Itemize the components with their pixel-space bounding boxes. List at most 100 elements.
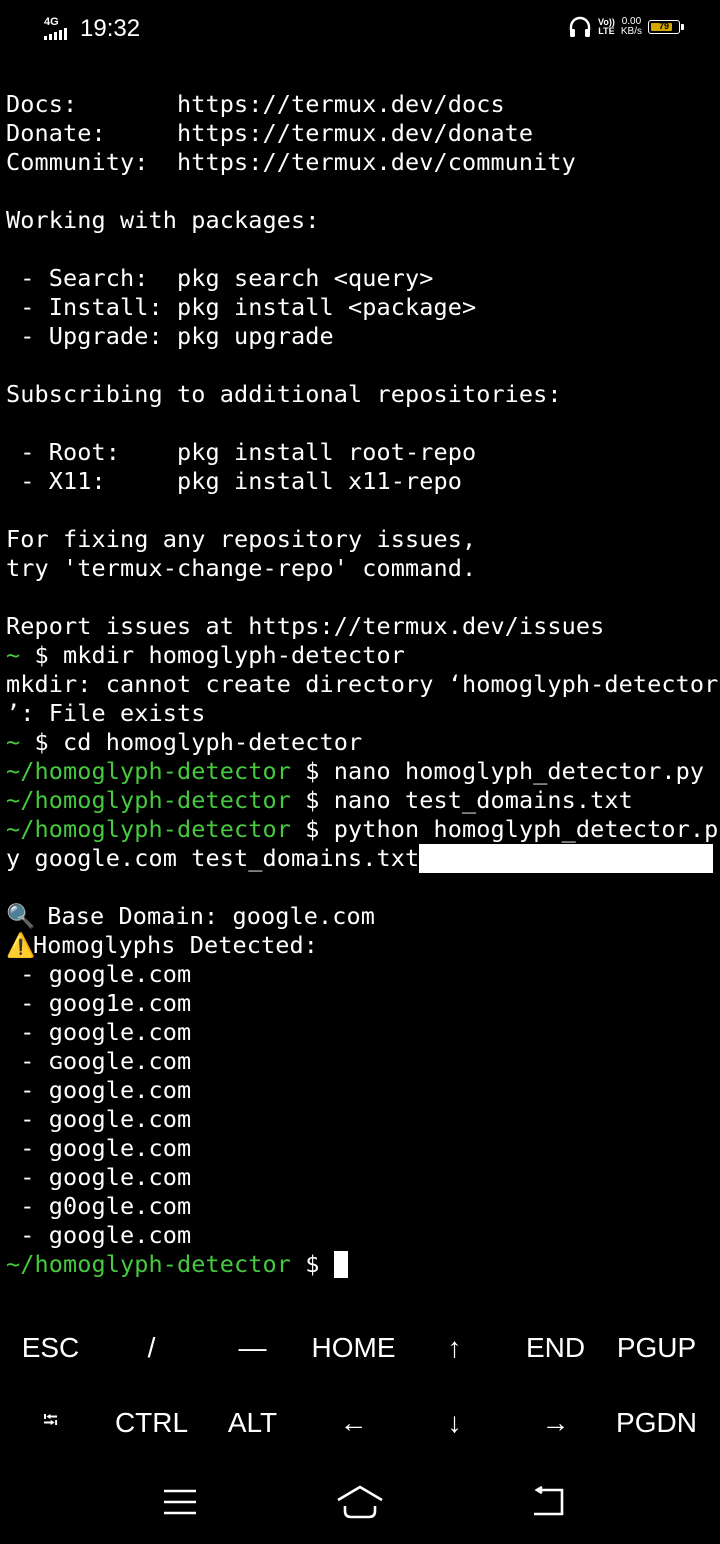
terminal-text: - google.com xyxy=(6,1018,192,1046)
terminal-text: For fixing any repository issues, xyxy=(6,525,477,553)
battery-icon: 79 xyxy=(648,20,684,34)
terminal-line: ~ $ mkdir homoglyph-detector xyxy=(6,641,716,670)
terminal-text: Report issues at https://termux.dev/issu… xyxy=(6,612,605,640)
terminal-text: Docs: https://termux.dev/docs xyxy=(6,90,505,118)
terminal-line: - google.com xyxy=(6,1163,716,1192)
terminal-text: - google.com xyxy=(6,1105,192,1133)
home-key[interactable]: HOME xyxy=(303,1310,404,1385)
terminal-line: - google.com xyxy=(6,1221,716,1250)
terminal-text: Subscribing to additional repositories: xyxy=(6,380,562,408)
terminal-text: - Upgrade: pkg upgrade xyxy=(6,322,334,350)
prompt-path: ~/homoglyph-detector xyxy=(6,757,291,785)
terminal-line: - google.com xyxy=(6,1018,716,1047)
terminal-text: - google.com xyxy=(6,1076,192,1104)
navigation-bar xyxy=(0,1462,720,1544)
terminal-text: - google.com xyxy=(6,1163,192,1191)
pgup-key[interactable]: PGUP xyxy=(606,1310,707,1385)
terminal-line: - X11: pkg install x11-repo xyxy=(6,467,716,496)
left-arrow-key[interactable]: ← xyxy=(303,1385,404,1460)
status-bar: 4G 19:32 Vo)) LTE 0.00 KB/s 79 xyxy=(0,0,720,60)
prompt-path: ~/homoglyph-detector xyxy=(6,1250,291,1278)
home-icon[interactable] xyxy=(330,1480,390,1524)
terminal-text: try 'termux-change-repo' command. xyxy=(6,554,477,582)
terminal-text: - g0ogle.com xyxy=(6,1192,192,1220)
signal-icon: 4G xyxy=(44,16,74,42)
terminal-text: Community: https://termux.dev/community xyxy=(6,148,576,176)
cursor xyxy=(333,1251,348,1278)
terminal-text: ’: File exists xyxy=(6,699,206,727)
terminal-line: - google.com xyxy=(6,1134,716,1163)
headphones-icon xyxy=(569,16,591,37)
terminal-text: $ python homoglyph_detector.p xyxy=(290,815,719,843)
terminal-line: Subscribing to additional repositories: xyxy=(6,380,716,409)
terminal-line: ~/homoglyph-detector $ python homoglyph_… xyxy=(6,815,719,844)
terminal-text: $ nano test_domains.txt xyxy=(290,786,633,814)
battery-level: 79 xyxy=(658,21,669,31)
pgdn-key[interactable]: PGDN xyxy=(606,1385,707,1460)
network-type: 4G xyxy=(44,16,59,28)
clock: 19:32 xyxy=(80,15,141,42)
prompt-path: ~ xyxy=(6,641,21,669)
dash-key[interactable]: — xyxy=(202,1310,303,1385)
down-arrow-key[interactable]: ↓ xyxy=(404,1385,505,1460)
ctrl-key[interactable]: CTRL xyxy=(101,1385,202,1460)
terminal-line: ~/homoglyph-detector $ nano test_domains… xyxy=(6,786,716,815)
terminal-line: - google.com xyxy=(6,1076,716,1105)
terminal-line: ⚠️Homoglyphs Detected: xyxy=(6,931,716,960)
alt-key[interactable]: ALT xyxy=(202,1385,303,1460)
terminal-line: - google.com xyxy=(6,1105,716,1134)
terminal-output[interactable]: Docs: https://termux.dev/docs Donate: htt… xyxy=(6,90,719,1279)
prompt-path: ~ xyxy=(6,728,21,756)
terminal-line: - g0ogle.com xyxy=(6,1192,716,1221)
back-icon[interactable] xyxy=(518,1480,578,1524)
network-speed: 0.00 KB/s xyxy=(620,16,642,37)
terminal-text: Base Domain: google.com xyxy=(33,902,375,930)
terminal-line: 🔍 Base Domain: google.com xyxy=(6,902,716,931)
terminal-line: - Upgrade: pkg upgrade xyxy=(6,322,716,351)
terminal-line: Working with packages: xyxy=(6,206,716,235)
terminal-line: y google.com test_domains.txt xyxy=(6,844,716,873)
terminal-text: $ nano homoglyph_detector.py xyxy=(290,757,705,785)
terminal-line: - ɢoogle.com xyxy=(6,1047,716,1076)
terminal-line: ~/homoglyph-detector $ xyxy=(6,1250,716,1279)
end-key[interactable]: END xyxy=(505,1310,606,1385)
menu-icon[interactable] xyxy=(150,1480,210,1524)
terminal-line: ~ $ cd homoglyph-detector xyxy=(6,728,716,757)
slash-key[interactable]: / xyxy=(101,1310,202,1385)
prompt-path: ~/homoglyph-detector xyxy=(6,815,291,843)
prompt-path: ~/homoglyph-detector xyxy=(6,786,291,814)
esc-key[interactable]: ESC xyxy=(0,1310,101,1385)
terminal-text: Donate: https://termux.dev/donate xyxy=(6,119,534,147)
status-left: 4G 19:32 xyxy=(44,14,140,44)
volte-indicator: Vo)) LTE xyxy=(598,17,615,36)
terminal-line: Report issues at https://termux.dev/issu… xyxy=(6,612,716,641)
terminal-text: y google.com test_domains.txt xyxy=(6,844,420,872)
terminal-text: - Install: pkg install <package> xyxy=(6,293,477,321)
warning-icon: ⚠️ xyxy=(6,931,36,959)
terminal-line: - google.com xyxy=(6,960,716,989)
terminal-text: - goog1e.com xyxy=(6,989,192,1017)
terminal-text: - X11: pkg install x11-repo xyxy=(6,467,462,495)
up-arrow-key[interactable]: ↑ xyxy=(404,1310,505,1385)
terminal-line: Community: https://termux.dev/community xyxy=(6,148,716,177)
terminal-text: $ xyxy=(290,1250,334,1278)
terminal-line: ~/homoglyph-detector $ nano homoglyph_de… xyxy=(6,757,716,786)
terminal-line: Docs: https://termux.dev/docs xyxy=(6,90,716,119)
right-arrow-key[interactable]: → xyxy=(505,1385,606,1460)
terminal-line: - goog1e.com xyxy=(6,989,716,1018)
terminal-line: - Install: pkg install <package> xyxy=(6,293,716,322)
terminal-line: For fixing any repository issues, xyxy=(6,525,716,554)
extra-keys-bar: ESC / — HOME ↑ END PGUP ⭾ CTRL ALT ← ↓ →… xyxy=(0,1310,720,1460)
terminal-text: - ɢoogle.com xyxy=(6,1047,192,1075)
terminal-text: - google.com xyxy=(6,1134,192,1162)
terminal-text: Homoglyphs Detected: xyxy=(33,931,318,959)
terminal-text: - google.com xyxy=(6,960,192,988)
tab-key[interactable]: ⭾ xyxy=(0,1385,101,1460)
selection-highlight xyxy=(419,844,714,873)
magnifier-icon: 🔍 xyxy=(6,902,36,930)
